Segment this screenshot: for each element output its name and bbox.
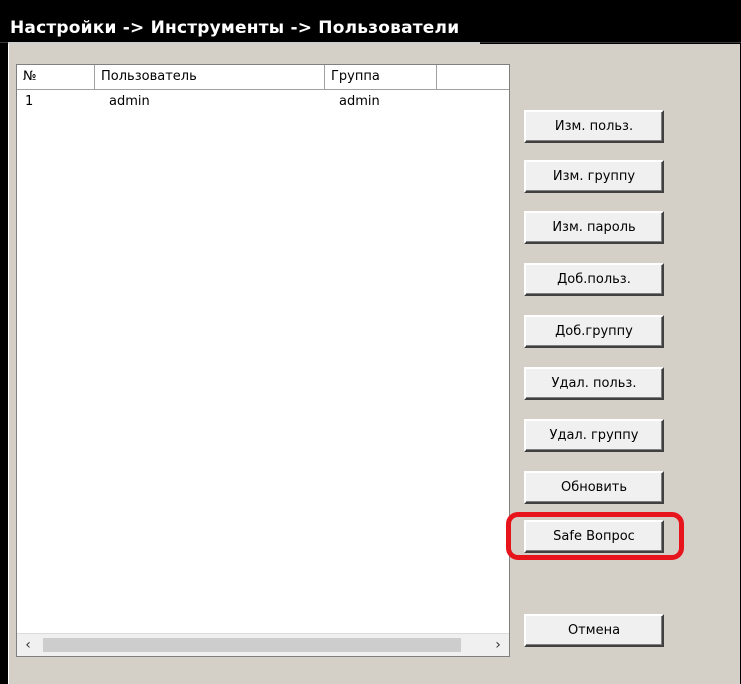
refresh-button[interactable]: Обновить	[524, 471, 664, 504]
safe-question-button[interactable]: Safe Вопрос	[524, 520, 664, 553]
cell-user: admin	[109, 94, 150, 109]
horizontal-scrollbar[interactable]: ‹ ›	[17, 633, 509, 656]
edit-group-button[interactable]: Изм. группу	[524, 160, 664, 193]
table-header: № Пользователь Группа	[17, 65, 509, 90]
scroll-right-icon[interactable]: ›	[487, 634, 509, 656]
delete-user-button[interactable]: Удал. польз.	[524, 367, 664, 400]
column-header-user[interactable]: Пользователь	[95, 65, 325, 89]
table-row[interactable]: 1 admin admin	[17, 93, 509, 113]
column-header-number[interactable]: №	[17, 65, 95, 89]
edit-user-button[interactable]: Изм. польз.	[524, 110, 664, 143]
cell-number: 1	[25, 94, 34, 109]
add-group-button[interactable]: Доб.группу	[524, 315, 664, 348]
cell-group: admin	[339, 94, 380, 109]
add-user-button[interactable]: Доб.польз.	[524, 263, 664, 296]
users-table: № Пользователь Группа 1 admin admin ‹ ›	[16, 64, 510, 657]
title-bar: Настройки -> Инструменты -> Пользователи	[0, 0, 741, 43]
scroll-left-icon[interactable]: ‹	[17, 634, 39, 656]
column-header-group[interactable]: Группа	[325, 65, 437, 89]
delete-group-button[interactable]: Удал. группу	[524, 419, 664, 452]
cancel-button[interactable]: Отмена	[524, 614, 664, 647]
page-title: Настройки -> Инструменты -> Пользователи	[10, 18, 460, 38]
edit-password-button[interactable]: Изм. пароль	[524, 211, 664, 244]
scrollbar-thumb[interactable]	[43, 638, 461, 652]
